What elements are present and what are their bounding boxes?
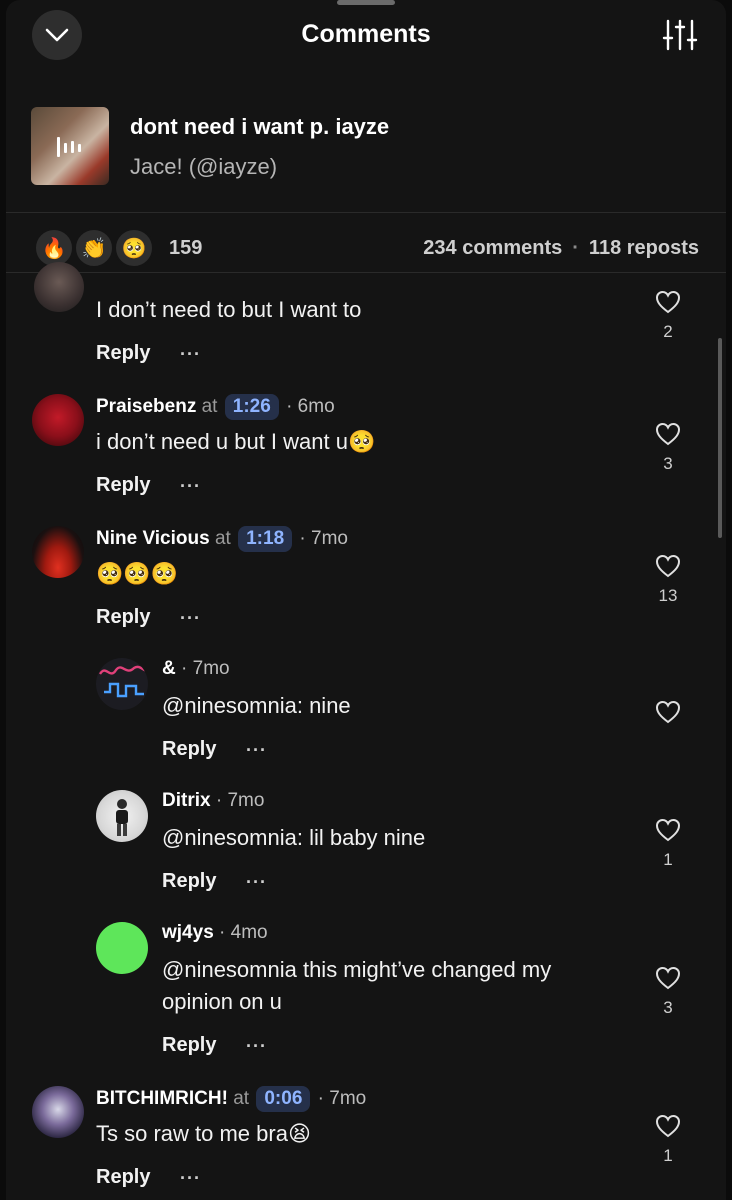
avatar[interactable] (96, 922, 148, 974)
at-label: at (201, 396, 218, 417)
heart-icon (655, 700, 681, 724)
more-options-button[interactable]: ··· (246, 1036, 267, 1057)
comment-text: I don’t need to but I want to (96, 297, 362, 322)
reply-button[interactable]: Reply (96, 474, 150, 497)
comment-age: · 4mo (219, 922, 268, 943)
username[interactable]: wj4ys (162, 922, 214, 943)
stats-summary: 234 comments · 118 reposts (423, 237, 699, 260)
avatar[interactable] (96, 658, 148, 710)
avatar[interactable] (32, 394, 84, 446)
page-title: Comments (301, 20, 431, 48)
reaction-count: 159 (169, 237, 203, 259)
track-title[interactable]: dont need i want p. iayze (130, 114, 389, 140)
more-options-button[interactable]: ··· (246, 872, 267, 893)
comment-text-line: @ninesomnia this might’ve changed my (162, 957, 552, 982)
clap-reaction-icon: 👏 (74, 228, 114, 268)
comments-sheet: Comments dont need i want p. iayze Jace!… (6, 0, 726, 1200)
reply-button[interactable]: Reply (96, 1166, 150, 1189)
like-button[interactable] (654, 700, 682, 729)
heart-icon (655, 554, 681, 578)
reply-button[interactable]: Reply (162, 870, 216, 893)
comment-age: · 7mo (181, 658, 230, 679)
comment-meta: Nine Vicious at 1:18 · 7mo (96, 526, 348, 552)
comment-text: @ninesomnia: nine (162, 693, 351, 718)
like-button[interactable] (654, 422, 682, 451)
heart-icon (655, 422, 681, 446)
comment-meta: BITCHIMRICH! at 0:06 · 7mo (96, 1086, 366, 1112)
comment-age: · 7mo (215, 790, 265, 811)
comment-count[interactable]: 234 comments (423, 237, 562, 259)
comment-text: 🥺🥺🥺 (96, 561, 179, 586)
more-options-button[interactable]: ··· (180, 344, 201, 365)
avatar[interactable] (32, 1086, 84, 1138)
comment-meta: wj4ys · 4mo (162, 922, 268, 944)
comment-age: · 7mo (317, 1088, 367, 1109)
like-count: 2 (663, 322, 673, 341)
track-artwork[interactable] (31, 107, 109, 185)
username[interactable]: Nine Vicious (96, 528, 210, 549)
reply-button[interactable]: Reply (96, 606, 150, 629)
avatar[interactable] (32, 526, 84, 578)
repost-count[interactable]: 118 reposts (589, 237, 699, 259)
avatar[interactable] (34, 262, 84, 312)
like-button[interactable] (654, 818, 682, 847)
pleading-reaction-icon: 🥺 (114, 228, 154, 268)
comment-meta: Praisebenz at 1:26 · 6mo (96, 394, 335, 420)
like-count: 1 (663, 850, 673, 869)
separator: · (572, 237, 579, 259)
heart-icon (655, 290, 681, 314)
comment-meta: Ditrix · 7mo (162, 790, 264, 812)
timestamp-chip[interactable]: 1:26 (224, 394, 279, 420)
divider (6, 272, 726, 273)
person-avatar-icon (116, 799, 128, 836)
username[interactable]: Ditrix (162, 790, 211, 811)
reply-button[interactable]: Reply (96, 342, 150, 365)
like-count: 1 (663, 1146, 673, 1165)
comment-age: · 6mo (286, 396, 335, 417)
comment-meta: & · 7mo (162, 658, 230, 680)
comment-text: i don’t need u but I want u🥺 (96, 429, 376, 454)
like-button[interactable] (654, 290, 682, 319)
heart-icon (655, 966, 681, 990)
reply-button[interactable]: Reply (162, 1034, 216, 1057)
sheet-grabber[interactable] (337, 0, 395, 5)
at-label: at (214, 528, 231, 549)
like-count: 3 (663, 998, 673, 1017)
at-label: at (233, 1088, 250, 1109)
scrollbar[interactable] (718, 338, 722, 538)
like-button[interactable] (654, 966, 682, 995)
timestamp-chip[interactable]: 1:18 (238, 526, 293, 552)
more-options-button[interactable]: ··· (180, 608, 201, 629)
filter-button[interactable] (662, 18, 698, 52)
heart-icon (655, 818, 681, 842)
username[interactable]: & (162, 658, 176, 679)
scribble-avatar-icon (98, 665, 147, 698)
track-artist[interactable]: Jace! (@iayze) (130, 154, 277, 180)
like-count: 13 (658, 586, 678, 605)
username[interactable]: Praisebenz (96, 396, 196, 417)
like-count: 3 (663, 454, 673, 473)
username[interactable]: BITCHIMRICH! (96, 1088, 228, 1109)
comment-age: · 7mo (299, 528, 348, 549)
heart-icon (655, 1114, 681, 1138)
timestamp-chip[interactable]: 0:06 (256, 1086, 311, 1112)
comment-text: @ninesomnia: lil baby nine (162, 825, 426, 850)
divider (6, 212, 726, 213)
waveform-icon (57, 137, 81, 157)
avatar[interactable] (96, 790, 148, 842)
more-options-button[interactable]: ··· (180, 1168, 201, 1189)
comment-text-line: opinion on u (162, 989, 282, 1014)
like-button[interactable] (654, 554, 682, 583)
more-options-button[interactable]: ··· (246, 740, 267, 761)
reply-button[interactable]: Reply (162, 738, 216, 761)
sliders-icon (662, 19, 698, 51)
like-button[interactable] (654, 1114, 682, 1143)
comment-text: Ts so raw to me bra😫 (96, 1121, 311, 1146)
more-options-button[interactable]: ··· (180, 476, 201, 497)
